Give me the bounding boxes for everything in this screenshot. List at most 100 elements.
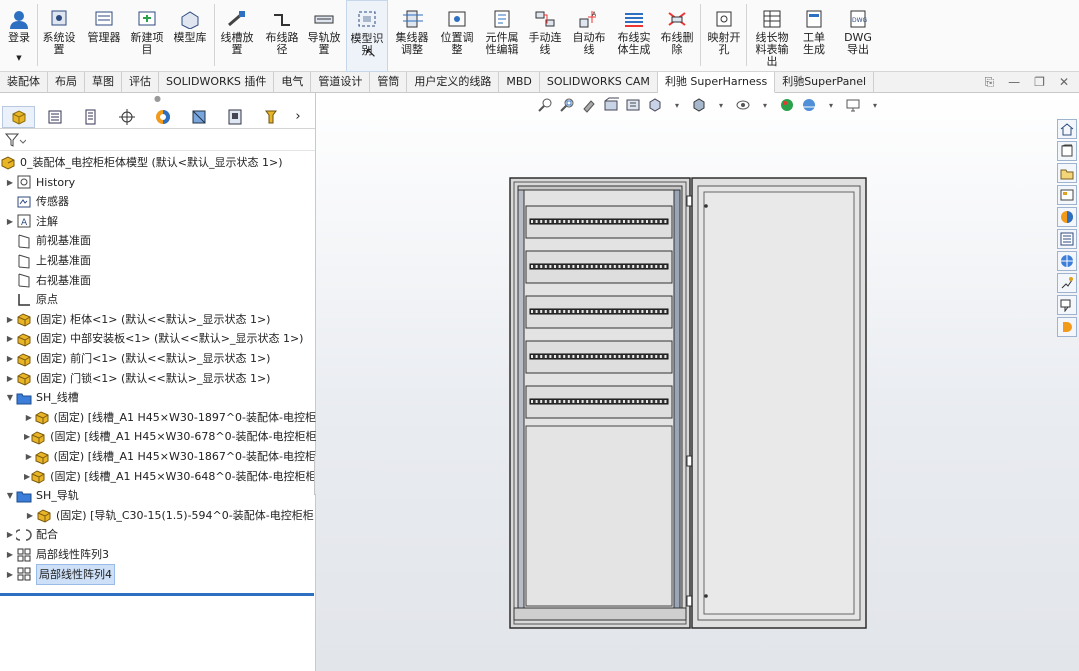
model-library-button[interactable]: 模型库 bbox=[170, 0, 210, 72]
command-tab[interactable]: 用户定义的线路 bbox=[407, 72, 500, 93]
route-path-button[interactable]: 布线路径 bbox=[262, 0, 302, 72]
appearances-icon[interactable] bbox=[1057, 207, 1077, 227]
display-manager-icon[interactable] bbox=[146, 106, 179, 128]
chevron-right-icon[interactable]: ▶ bbox=[24, 506, 36, 525]
chevron-down-icon[interactable]: ▼ bbox=[4, 486, 16, 505]
panel-grip[interactable]: ● bbox=[0, 93, 315, 105]
apply-scene-icon[interactable] bbox=[800, 97, 818, 113]
command-tab[interactable]: 管道设计 bbox=[311, 72, 371, 93]
graphics-area[interactable]: ▾ ▾ ▾ ▾ ▾ bbox=[316, 93, 1079, 671]
custom-properties-icon[interactable] bbox=[1057, 229, 1077, 249]
command-tab[interactable]: 电气 bbox=[274, 72, 312, 93]
config-manager-icon[interactable] bbox=[74, 106, 107, 128]
chevron-right-icon[interactable]: ▶ bbox=[4, 525, 16, 544]
dropdown-arrow-icon[interactable]: ▾ bbox=[822, 97, 840, 113]
chevron-right-icon[interactable]: ▶ bbox=[4, 369, 16, 388]
route-delete-button[interactable]: 布线删除 bbox=[658, 0, 696, 72]
tree-node[interactable]: ▶ (固定) [线槽_A1 H45×W30-678^0-装配体-电控柜柜 bbox=[0, 427, 317, 446]
harness-manager-icon[interactable] bbox=[218, 106, 251, 128]
tree-node[interactable]: ▶ History bbox=[0, 173, 316, 192]
command-tab[interactable]: MBD bbox=[499, 72, 540, 93]
dwg-export-button[interactable]: DWG DWG导出 bbox=[838, 0, 878, 72]
wrench-tool-icon[interactable] bbox=[254, 106, 287, 128]
tree-node[interactable]: ▶ (固定) 中部安装板<1> (默认<<默认>_显示状态 1>) bbox=[0, 329, 316, 348]
command-tab[interactable]: 装配体 bbox=[0, 72, 48, 93]
maximize-icon[interactable]: ❐ bbox=[1034, 75, 1045, 90]
minimize-icon[interactable]: — bbox=[1008, 75, 1020, 90]
tree-node[interactable]: 传感器 bbox=[0, 192, 316, 211]
command-tab[interactable]: 利驰 SuperHarness bbox=[657, 72, 776, 93]
property-manager-icon[interactable] bbox=[38, 106, 71, 128]
chevron-right-icon[interactable]: › bbox=[290, 106, 306, 128]
tree-node[interactable]: ▶ (固定) [线槽_A1 H45×W30-648^0-装配体-电控柜柜 bbox=[0, 467, 317, 486]
manual-wiring-button[interactable]: 手动连线 bbox=[526, 0, 564, 72]
collector-adjust-button[interactable]: 集线器调整 bbox=[392, 0, 432, 72]
login-button[interactable]: 登录 ▼ bbox=[2, 0, 36, 72]
chevron-down-icon[interactable]: ▼ bbox=[4, 388, 16, 407]
hide-show-items-icon[interactable] bbox=[734, 97, 752, 113]
feature-manager-icon[interactable] bbox=[2, 105, 35, 128]
map-hole-button[interactable]: 映射开孔 bbox=[704, 0, 744, 72]
tree-node[interactable]: 0_装配体_电控柜柜体模型 (默认<默认_显示状态 1>) bbox=[0, 153, 316, 172]
model-recognition-button[interactable]: 模型识别 bbox=[346, 0, 388, 72]
rail-placement-button[interactable]: 导轨放置 bbox=[304, 0, 344, 72]
command-tab[interactable]: SOLIDWORKS 插件 bbox=[159, 72, 275, 93]
tree-node[interactable]: ▶ 配合 bbox=[0, 525, 316, 544]
cabinet-model[interactable] bbox=[508, 176, 868, 636]
chevron-right-icon[interactable]: ▶ bbox=[4, 565, 16, 584]
chevron-right-icon[interactable]: ▶ bbox=[4, 310, 16, 329]
home-icon[interactable] bbox=[1057, 119, 1077, 139]
restore-pane-icon[interactable]: ⎘ bbox=[985, 75, 995, 90]
command-tab[interactable]: 管筒 bbox=[370, 72, 408, 93]
route-solid-gen-button[interactable]: 布线实体生成 bbox=[614, 0, 654, 72]
toolbox-icon[interactable] bbox=[1057, 273, 1077, 293]
solidworks-resources-icon[interactable] bbox=[1057, 251, 1077, 271]
view-settings-icon[interactable] bbox=[844, 97, 862, 113]
harness-plugin-icon[interactable] bbox=[1057, 317, 1077, 337]
new-project-button[interactable]: 新建项目 bbox=[126, 0, 168, 72]
dropdown-arrow-icon[interactable]: ▾ bbox=[756, 97, 774, 113]
close-icon[interactable]: ✕ bbox=[1059, 75, 1069, 90]
tree-filter[interactable] bbox=[0, 129, 315, 151]
edit-appearance-icon[interactable] bbox=[778, 97, 796, 113]
previous-view-icon[interactable] bbox=[580, 97, 598, 113]
chevron-right-icon[interactable]: ▶ bbox=[4, 173, 16, 192]
view-orientation-icon[interactable] bbox=[646, 97, 664, 113]
dropdown-arrow-icon[interactable]: ▾ bbox=[668, 97, 686, 113]
duct-placement-button[interactable]: 线槽放置 bbox=[218, 0, 256, 72]
dropdown-arrow-icon[interactable]: ▾ bbox=[866, 97, 884, 113]
dimxpert-icon[interactable] bbox=[110, 106, 143, 128]
tree-node[interactable]: ▶ 局部线性阵列4 bbox=[0, 563, 316, 585]
manager-button[interactable]: 管理器 bbox=[84, 0, 124, 72]
chevron-right-icon[interactable]: ▶ bbox=[24, 408, 34, 427]
position-adjust-button[interactable]: 位置调整 bbox=[436, 0, 478, 72]
view-palette-icon[interactable] bbox=[1057, 185, 1077, 205]
chevron-right-icon[interactable]: ▶ bbox=[4, 212, 16, 231]
tree-node[interactable]: ▶ A 注解 bbox=[0, 212, 316, 231]
component-attr-edit-button[interactable]: 元件属性编辑 bbox=[480, 0, 524, 72]
tree-node[interactable]: ▶ 局部线性阵列3 bbox=[0, 545, 316, 564]
command-tab[interactable]: 草图 bbox=[85, 72, 122, 93]
tree-node[interactable]: ▼ SH_导轨 bbox=[0, 486, 316, 505]
tree-node[interactable]: 右视基准面 bbox=[0, 271, 316, 290]
tree-node[interactable]: ▶ (固定) [线槽_A1 H45×W30-1867^0-装配体-电控柜 bbox=[0, 447, 316, 466]
tree-node[interactable]: ▶ (固定) 门锁<1> (默认<<默认>_显示状态 1>) bbox=[0, 369, 316, 388]
tree-node[interactable]: ▶ (固定) 柜体<1> (默认<<默认>_显示状态 1>) bbox=[0, 310, 316, 329]
tree-node[interactable]: ▶ (固定) [导轨_C30-15(1.5)-594^0-装配体-电控柜柜 bbox=[0, 506, 316, 525]
chevron-right-icon[interactable]: ▶ bbox=[4, 329, 16, 348]
tree-node[interactable]: ▼ SH_线槽 bbox=[0, 388, 316, 407]
tree-node[interactable]: 原点 bbox=[0, 290, 316, 309]
forum-icon[interactable] bbox=[1057, 295, 1077, 315]
tree-node[interactable]: 前视基准面 bbox=[0, 231, 316, 250]
command-tab[interactable]: 评估 bbox=[122, 72, 159, 93]
section-view-icon[interactable] bbox=[602, 97, 620, 113]
command-tab[interactable]: 布局 bbox=[48, 72, 85, 93]
chevron-right-icon[interactable]: ▶ bbox=[4, 349, 16, 368]
design-library-icon[interactable] bbox=[1057, 141, 1077, 161]
tree-node[interactable]: ▶ (固定) 前门<1> (默认<<默认>_显示状态 1>) bbox=[0, 349, 316, 368]
auto-routing-button[interactable]: A 自动布线 bbox=[570, 0, 608, 72]
chevron-right-icon[interactable]: ▶ bbox=[4, 545, 16, 564]
dropdown-arrow-icon[interactable]: ▾ bbox=[712, 97, 730, 113]
dynamic-annotation-icon[interactable] bbox=[624, 97, 642, 113]
tree-node[interactable]: 上视基准面 bbox=[0, 251, 316, 270]
